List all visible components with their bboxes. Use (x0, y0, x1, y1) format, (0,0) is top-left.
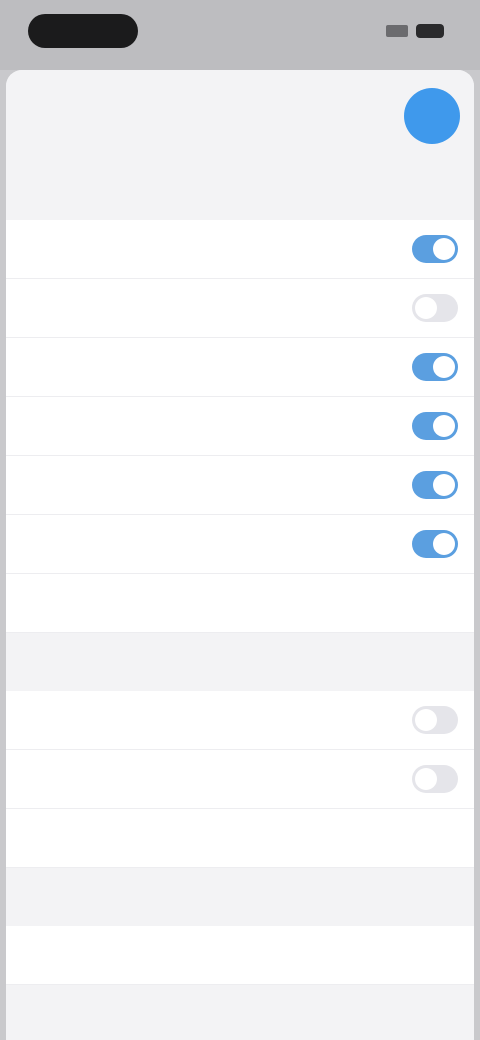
setting-toggle[interactable] (412, 235, 458, 263)
sheet-header (6, 70, 474, 220)
setting-row[interactable] (6, 574, 474, 633)
setting-toggle[interactable] (412, 412, 458, 440)
status-time-pill (28, 14, 138, 48)
status-icons (386, 22, 444, 40)
primary-action-button[interactable] (404, 88, 460, 144)
setting-row[interactable] (6, 279, 474, 338)
settings-group-2 (6, 691, 474, 868)
setting-row[interactable] (6, 809, 474, 868)
setting-row[interactable] (6, 220, 474, 279)
setting-toggle[interactable] (412, 353, 458, 381)
settings-group-1 (6, 220, 474, 633)
status-bar (0, 0, 480, 70)
setting-row[interactable] (6, 456, 474, 515)
settings-group-3 (6, 926, 474, 985)
setting-row[interactable] (6, 515, 474, 574)
setting-toggle[interactable] (412, 706, 458, 734)
setting-row[interactable] (6, 397, 474, 456)
setting-row[interactable] (6, 750, 474, 809)
signal-icon (386, 25, 408, 37)
setting-toggle[interactable] (412, 530, 458, 558)
battery-icon (416, 24, 444, 38)
setting-toggle[interactable] (412, 294, 458, 322)
setting-row[interactable] (6, 338, 474, 397)
setting-row[interactable] (6, 926, 474, 985)
settings-sheet (6, 70, 474, 1040)
setting-row[interactable] (6, 691, 474, 750)
section-header (6, 868, 474, 926)
tab-bar (6, 170, 474, 200)
setting-toggle[interactable] (412, 765, 458, 793)
setting-toggle[interactable] (412, 471, 458, 499)
section-header (6, 633, 474, 691)
